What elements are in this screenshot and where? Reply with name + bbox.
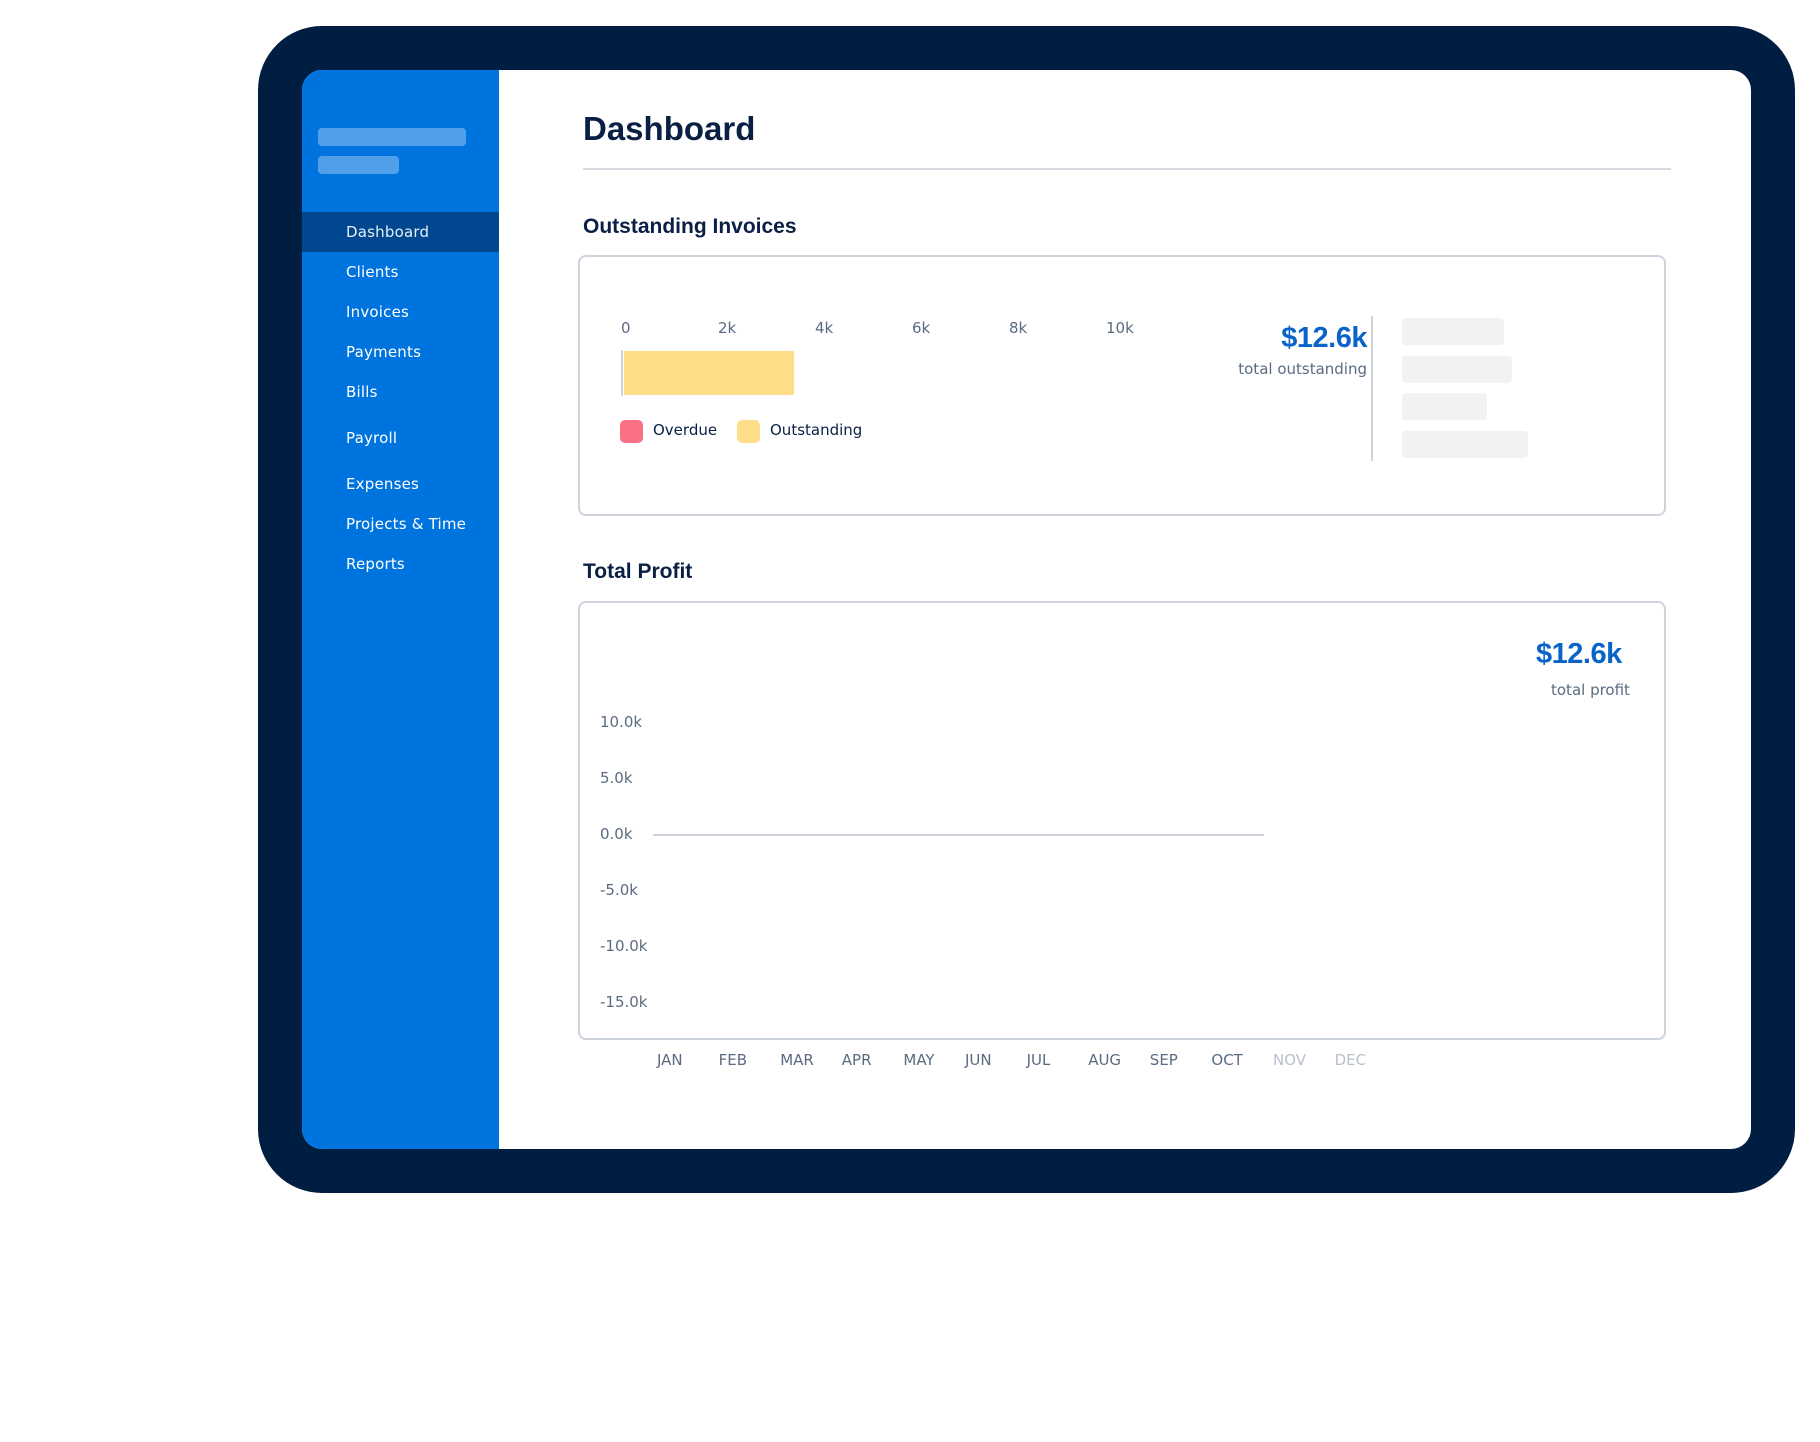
- month-label: APR: [841, 1051, 872, 1069]
- sidebar-item-invoices[interactable]: Invoices: [302, 292, 499, 332]
- header-divider: [583, 168, 1671, 170]
- y-tick-label: -15.0k: [600, 993, 648, 1011]
- month-label: OCT: [1211, 1051, 1243, 1069]
- sidebar-item-payroll[interactable]: Payroll: [302, 418, 499, 458]
- sidebar: Dashboard Clients Invoices Payments Bill…: [302, 70, 499, 1149]
- page-title: Dashboard: [583, 110, 756, 147]
- sidebar-item-reports[interactable]: Reports: [302, 544, 499, 584]
- profit-line-segment: [1162, 834, 1265, 836]
- total-profit-title: Total Profit: [583, 560, 693, 583]
- profit-line-segment: [731, 834, 794, 836]
- sidebar-item-label: Payments: [346, 343, 422, 361]
- month-label: FEB: [718, 1051, 747, 1069]
- x-tick-label: 0: [621, 319, 631, 337]
- legend-overdue-label: Overdue: [653, 421, 718, 439]
- sidebar-item-label: Bills: [346, 383, 378, 401]
- sidebar-item-dashboard[interactable]: Dashboard: [302, 212, 499, 252]
- sidebar-item-label: Expenses: [346, 475, 420, 493]
- profit-line-segment: [978, 834, 1040, 836]
- company-name-placeholder: [318, 156, 399, 174]
- logo-placeholder: [318, 128, 466, 146]
- month-label: MAR: [780, 1051, 814, 1069]
- total-outstanding-label: total outstanding: [1238, 360, 1367, 378]
- month-label: AUG: [1088, 1051, 1122, 1069]
- legend-outstanding-swatch: [737, 420, 760, 443]
- profit-line-segment: [1101, 834, 1163, 836]
- profit-line-segment: [1039, 834, 1102, 836]
- y-tick-label: -5.0k: [600, 881, 638, 899]
- sidebar-item-label: Projects & Time: [346, 515, 467, 533]
- legend-outstanding-label: Outstanding: [770, 421, 863, 439]
- total-profit-value: $12.6k: [1536, 638, 1622, 670]
- app-screen: Dashboard Clients Invoices Payments Bill…: [302, 70, 1751, 1149]
- invoice-baseline: [621, 350, 623, 396]
- month-label: SEP: [1149, 1051, 1178, 1069]
- sidebar-item-label: Reports: [346, 555, 405, 573]
- outstanding-invoices-card: 0 2k 4k 6k 8k 10k Overdue Outstanding $12.6k …: [578, 255, 1666, 516]
- placeholder-line: [1402, 318, 1504, 345]
- y-tick-label: 0.0k: [600, 825, 633, 843]
- total-profit-card: 10.0k 5.0k 0.0k -5.0k -10.0k -15.0k JAN FEB MAR…: [578, 601, 1666, 1069]
- legend-overdue-swatch: [620, 420, 643, 443]
- sidebar-item-expenses[interactable]: Expenses: [302, 464, 499, 504]
- placeholder-line: [1402, 393, 1487, 420]
- month-label: DEC: [1334, 1051, 1367, 1069]
- placeholder-line: [1402, 356, 1512, 383]
- sidebar-item-label: Invoices: [346, 303, 410, 321]
- x-tick-label: 6k: [912, 319, 931, 337]
- month-label: MAY: [903, 1051, 935, 1069]
- sidebar-item-projects-time[interactable]: Projects & Time: [302, 504, 499, 544]
- outstanding-invoices-title: Outstanding Invoices: [583, 215, 797, 238]
- summary-divider: [1371, 316, 1373, 461]
- x-tick-label: 2k: [718, 319, 737, 337]
- y-tick-label: 10.0k: [600, 713, 643, 731]
- x-tick-label: 8k: [1009, 319, 1028, 337]
- profit-line-segment: [854, 834, 917, 836]
- sidebar-item-label: Clients: [346, 263, 399, 281]
- sidebar-item-bills[interactable]: Bills: [302, 372, 499, 412]
- sidebar-item-payments[interactable]: Payments: [302, 332, 499, 372]
- total-profit-label: total profit: [1551, 681, 1630, 699]
- sidebar-item-label: Dashboard: [346, 223, 430, 241]
- profit-line-segment: [916, 834, 978, 836]
- total-outstanding-value: $12.6k: [1281, 322, 1367, 354]
- month-label: JAN: [657, 1051, 683, 1069]
- sidebar-item-clients[interactable]: Clients: [302, 252, 499, 292]
- profit-line-segment: [653, 834, 732, 836]
- month-label: NOV: [1273, 1051, 1307, 1069]
- month-label: JUN: [965, 1051, 992, 1069]
- y-tick-label: 5.0k: [600, 769, 633, 787]
- month-label: JUL: [1026, 1051, 1051, 1069]
- profit-line-segment: [793, 834, 855, 836]
- sidebar-item-label: Payroll: [346, 429, 398, 447]
- y-tick-label: -10.0k: [600, 937, 648, 955]
- x-tick-label: 4k: [815, 319, 834, 337]
- x-tick-label: 10k: [1106, 319, 1134, 337]
- placeholder-line: [1402, 431, 1528, 458]
- bar-outstanding[interactable]: [624, 351, 794, 395]
